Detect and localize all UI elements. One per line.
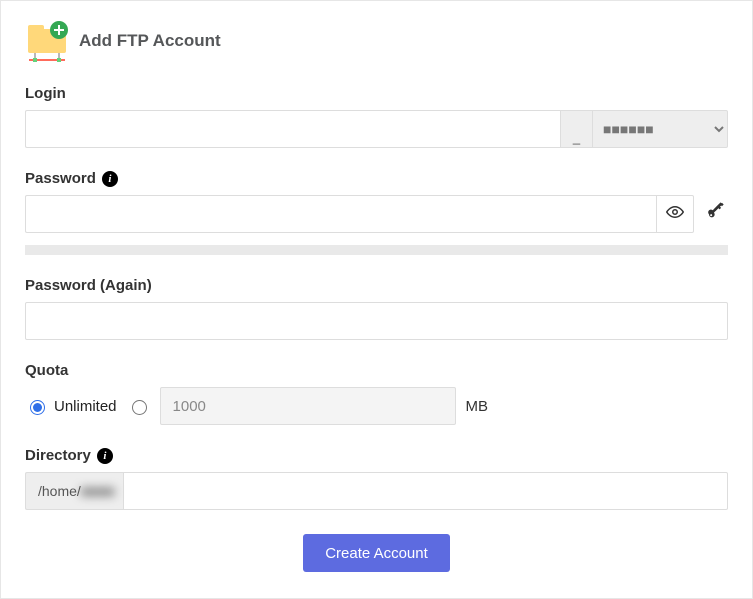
- directory-input[interactable]: [123, 472, 728, 510]
- directory-group: Directory i /home/■■■■: [25, 447, 728, 510]
- quota-unlimited-text: Unlimited: [54, 398, 117, 415]
- quota-label: Quota: [25, 362, 728, 379]
- quota-custom-radio[interactable]: [132, 400, 147, 415]
- password-input[interactable]: [25, 195, 656, 233]
- create-account-button[interactable]: Create Account: [303, 534, 450, 572]
- password-again-input[interactable]: [25, 302, 728, 340]
- key-icon: [706, 202, 726, 226]
- password-group: Password i: [25, 170, 728, 255]
- directory-label: Directory i: [25, 447, 728, 464]
- quota-unit: MB: [466, 398, 489, 415]
- quota-group: Quota Unlimited MB: [25, 362, 728, 425]
- directory-row: /home/■■■■: [25, 472, 728, 510]
- password-input-wrap: [25, 195, 694, 233]
- info-icon[interactable]: i: [97, 448, 113, 464]
- info-icon[interactable]: i: [102, 171, 118, 187]
- password-row: [25, 195, 728, 233]
- add-ftp-panel: Add FTP Account Login _ ■■■■■■ Password …: [0, 0, 753, 599]
- password-label: Password i: [25, 170, 728, 187]
- quota-custom-option[interactable]: [127, 397, 150, 415]
- submit-row: Create Account: [25, 534, 728, 572]
- folder-plus-icon: [25, 19, 73, 63]
- directory-prefix: /home/■■■■: [25, 472, 123, 510]
- quota-unlimited-option[interactable]: Unlimited: [25, 397, 117, 415]
- password-strength-bar: [25, 245, 728, 255]
- toggle-password-visibility-button[interactable]: [656, 195, 694, 233]
- domain-select[interactable]: ■■■■■■: [592, 110, 728, 148]
- generate-password-button[interactable]: [704, 202, 728, 226]
- password-again-group: Password (Again): [25, 277, 728, 340]
- eye-icon: [666, 203, 684, 225]
- directory-prefix-obscured: ■■■■: [81, 483, 115, 499]
- login-separator: _: [560, 110, 592, 148]
- login-group: Login _ ■■■■■■: [25, 85, 728, 148]
- login-row: _ ■■■■■■: [25, 110, 728, 148]
- quota-value-input[interactable]: [160, 387, 456, 425]
- panel-header: Add FTP Account: [25, 19, 728, 63]
- login-input[interactable]: [25, 110, 560, 148]
- login-label: Login: [25, 85, 728, 102]
- directory-prefix-visible: /home/: [38, 483, 81, 499]
- panel-title: Add FTP Account: [79, 31, 221, 51]
- quota-row: Unlimited MB: [25, 387, 728, 425]
- quota-unlimited-radio[interactable]: [30, 400, 45, 415]
- password-again-label: Password (Again): [25, 277, 728, 294]
- password-label-text: Password: [25, 170, 96, 187]
- directory-label-text: Directory: [25, 447, 91, 464]
